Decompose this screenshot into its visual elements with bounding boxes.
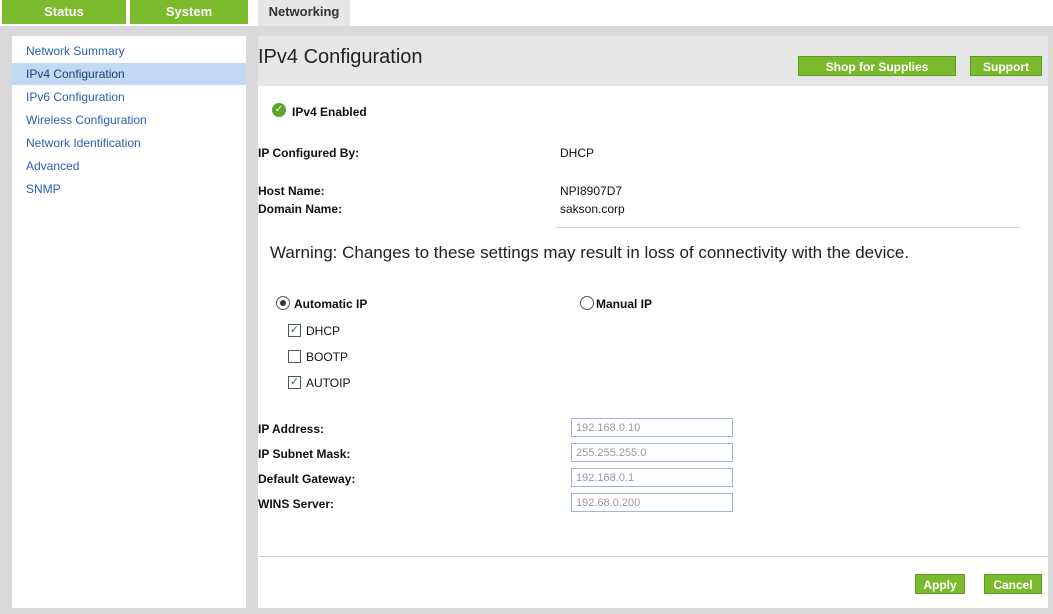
bootp-label: BOOTP xyxy=(306,350,349,364)
tab-system[interactable]: System xyxy=(130,0,248,24)
ip-configured-by-label: IP Configured By: xyxy=(258,146,360,160)
shop-for-supplies-button[interactable]: Shop for Supplies xyxy=(798,56,956,76)
sidebar-item-wireless-configuration[interactable]: Wireless Configuration xyxy=(12,109,246,131)
autoip-label: AUTOIP xyxy=(306,376,351,390)
sidebar-item-ipv4-configuration[interactable]: IPv4 Configuration xyxy=(12,63,246,85)
footer-divider xyxy=(258,556,1048,557)
domain-name-label: Domain Name: xyxy=(258,202,343,216)
warning-message: Warning: Changes to these settings may r… xyxy=(270,243,910,262)
top-tab-bar: Status System Networking xyxy=(0,0,1053,30)
wins-server-label: WINS Server: xyxy=(258,497,335,511)
wins-server-input[interactable] xyxy=(571,493,733,512)
sidebar-item-snmp[interactable]: SNMP xyxy=(12,178,246,200)
apply-button[interactable]: Apply xyxy=(915,574,965,594)
sidebar-item-network-identification[interactable]: Network Identification xyxy=(12,132,246,154)
page-title: IPv4 Configuration xyxy=(258,46,423,68)
divider xyxy=(556,227,1020,228)
main-panel: IPv4 Configuration Shop for Supplies Sup… xyxy=(258,36,1048,608)
manual-ip-radio[interactable] xyxy=(580,296,594,310)
ipv4-enabled-label: IPv4 Enabled xyxy=(292,105,367,119)
automatic-ip-label: Automatic IP xyxy=(294,297,368,311)
host-name-label: Host Name: xyxy=(258,184,325,198)
page-header: IPv4 Configuration Shop for Supplies Sup… xyxy=(258,36,1048,86)
dhcp-label: DHCP xyxy=(306,324,341,338)
default-gateway-label: Default Gateway: xyxy=(258,472,356,486)
ip-address-label: IP Address: xyxy=(258,422,325,436)
cancel-button[interactable]: Cancel xyxy=(984,574,1042,594)
host-name-value: NPI8907D7 xyxy=(560,184,623,198)
radio-selected-dot xyxy=(280,300,286,306)
subnet-mask-label: IP Subnet Mask: xyxy=(258,447,351,461)
check-circle-icon: ✓ xyxy=(272,103,286,117)
tab-status[interactable]: Status xyxy=(2,0,126,24)
bootp-checkbox[interactable] xyxy=(288,350,301,363)
autoip-checkbox[interactable]: ✓ xyxy=(288,376,301,389)
manual-ip-label: Manual IP xyxy=(596,297,653,311)
sidebar-item-network-summary[interactable]: Network Summary xyxy=(12,40,246,62)
sidebar-item-ipv6-configuration[interactable]: IPv6 Configuration xyxy=(12,86,246,108)
ip-address-input[interactable] xyxy=(571,418,733,437)
sidebar-item-advanced[interactable]: Advanced xyxy=(12,155,246,177)
automatic-ip-radio[interactable] xyxy=(276,296,290,310)
default-gateway-input[interactable] xyxy=(571,468,733,487)
support-button[interactable]: Support xyxy=(970,56,1042,76)
sidebar-nav: Network Summary IPv4 Configuration IPv6 … xyxy=(12,36,246,608)
ip-configured-by-value: DHCP xyxy=(560,146,595,160)
dhcp-checkbox[interactable]: ✓ xyxy=(288,324,301,337)
domain-name-value: sakson.corp xyxy=(560,202,625,216)
subnet-mask-input[interactable] xyxy=(571,443,733,462)
